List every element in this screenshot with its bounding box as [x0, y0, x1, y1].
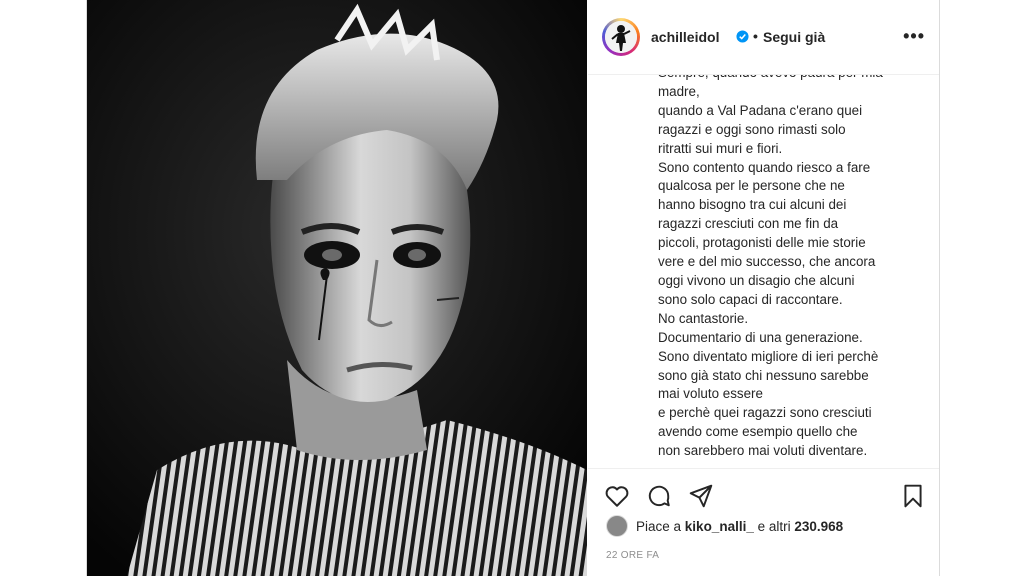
- avatar-silhouette-icon: [605, 21, 637, 53]
- post-caption: Sempre, quando avevo paura per miamadre,…: [658, 75, 923, 465]
- caption-line: ragazzi e oggi sono rimasti solo: [658, 121, 846, 137]
- post-header: achilleidol • Segui già •••: [588, 0, 939, 75]
- caption-line: ritratti sui muri e fiori.: [658, 140, 783, 156]
- likes-prefix: Piace a: [636, 518, 682, 534]
- caption-line: sono solo capaci di raccontare.: [658, 291, 843, 307]
- likes-middle: e altri: [757, 518, 791, 534]
- caption-line: madre,: [658, 83, 700, 99]
- separator-dot: •: [753, 28, 758, 44]
- caption-line: mai voluto essere: [658, 386, 763, 402]
- caption-line: avendo come esempio quello che: [658, 424, 858, 440]
- caption-line: Documentario di una generazione.: [658, 329, 863, 345]
- caption-line: hanno bisogno tra cui alcuni dei: [658, 197, 847, 213]
- caption-line: e perchè quei ragazzi sono cresciuti: [658, 405, 872, 421]
- post-photo[interactable]: [87, 0, 587, 576]
- caption-line: Sono diventato migliore di ieri perchè: [658, 348, 879, 364]
- post-timestamp[interactable]: 22 ORE FA: [606, 550, 659, 561]
- caption-line: ragazzi cresciuti con me fin da: [658, 216, 839, 232]
- verified-badge-icon: [736, 30, 749, 43]
- heart-icon[interactable]: [604, 483, 630, 509]
- caption-line: Sempre, quando avevo paura per mia: [658, 75, 923, 83]
- caption-line: oggi vivono un disagio che alcuni: [658, 272, 855, 288]
- caption-line: piccoli, protagonisti delle mie storie: [658, 235, 866, 251]
- liker-username[interactable]: kiko_nalli_: [685, 519, 754, 534]
- likes-summary: Piace a kiko_nalli_ e altri 230.968: [606, 515, 843, 537]
- portrait-image: [87, 0, 587, 576]
- caption-line: No cantastorie.: [658, 310, 749, 326]
- instagram-post: achilleidol • Segui già ••• Sempre, quan…: [86, 0, 940, 576]
- likes-count[interactable]: 230.968: [794, 519, 843, 534]
- username[interactable]: achilleidol: [651, 29, 719, 45]
- post-sidebar: achilleidol • Segui già ••• Sempre, quan…: [588, 0, 939, 576]
- share-icon[interactable]: [688, 483, 714, 509]
- caption-line: sono già stato chi nessuno sarebbe: [658, 367, 869, 383]
- caption-line: qualcosa per le persone che ne: [658, 178, 845, 194]
- post-actions: [588, 468, 939, 519]
- caption-line: Sono contento quando riesco a fare: [658, 159, 871, 175]
- liker-avatar[interactable]: [606, 515, 628, 537]
- caption-line: non sarebbero mai voluti diventare.: [658, 443, 868, 459]
- user-avatar[interactable]: [602, 18, 640, 56]
- following-button[interactable]: Segui già: [763, 29, 825, 45]
- caption-line: quando a Val Padana c'erano quei: [658, 102, 863, 118]
- bookmark-icon[interactable]: [900, 483, 926, 509]
- more-horizontal-icon[interactable]: •••: [903, 27, 925, 45]
- caption-line: vere e del mio successo, che ancora: [658, 254, 876, 270]
- comment-icon[interactable]: [646, 483, 672, 509]
